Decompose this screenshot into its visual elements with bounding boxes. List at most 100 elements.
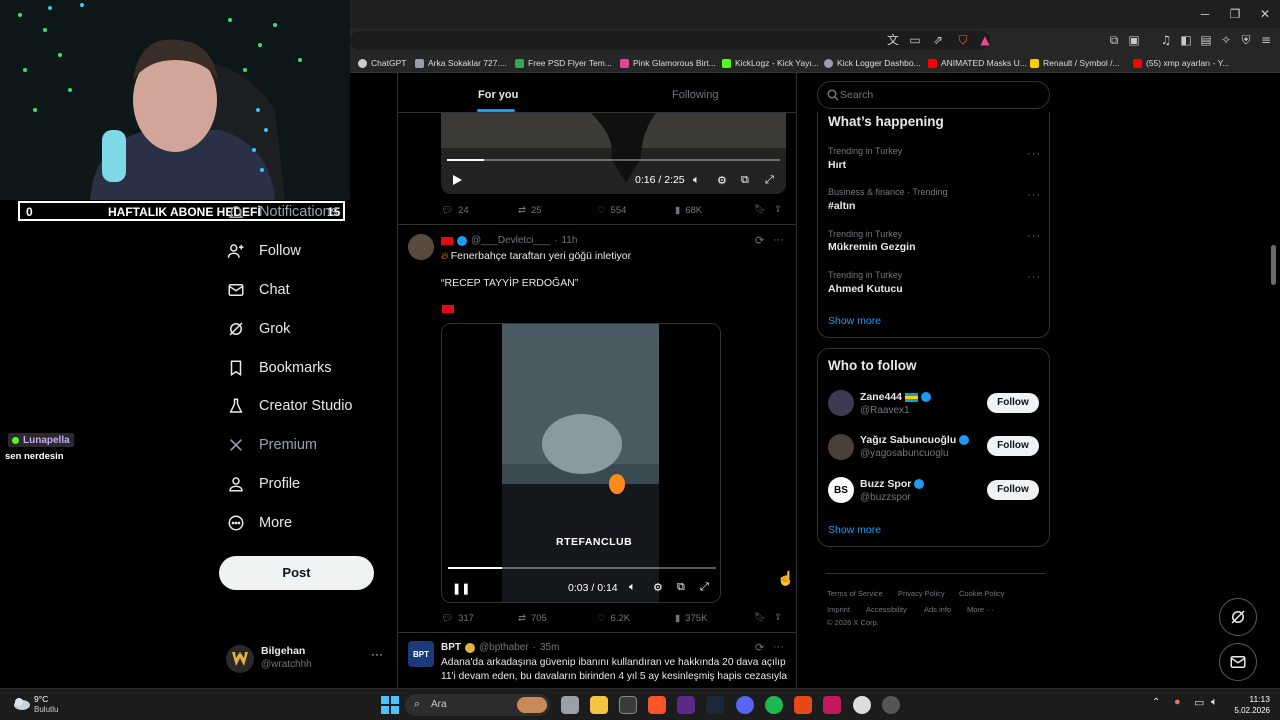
views-button[interactable]: ▮ 375K — [675, 613, 707, 624]
nav-grok[interactable]: Grok — [226, 315, 290, 343]
avatar[interactable]: BS — [828, 477, 854, 503]
nav-bookmarks[interactable]: Bookmarks — [226, 354, 332, 382]
microphone-icon[interactable]: ● — [1174, 696, 1181, 708]
tab-following[interactable]: Following — [672, 89, 718, 101]
show-more-follow-link[interactable]: Show more — [828, 524, 881, 536]
post-handle[interactable]: @bpthaber — [479, 642, 529, 653]
nav-follow[interactable]: Follow — [226, 237, 301, 265]
brave-browser-icon[interactable] — [648, 696, 666, 714]
fullscreen-icon[interactable]: ⤢ — [765, 174, 774, 187]
bookmark-renault[interactable]: Renault / Symbol /... — [1030, 56, 1120, 70]
post-handle[interactable]: @___Devletci___ — [471, 235, 550, 246]
cast-icon[interactable]: ▭ — [907, 32, 923, 48]
speaker-icon[interactable]: 🔈︎ — [1211, 696, 1218, 709]
brave-shields-icon[interactable]: ⛉ — [955, 32, 971, 48]
tab-for-you[interactable]: For you — [478, 89, 518, 101]
close-window-button[interactable]: ✕ — [1256, 5, 1274, 23]
video-player-1[interactable]: 0:16 / 2:25 🔈︎ ⚙ ⧉ ⤢ — [441, 113, 786, 194]
follow-button[interactable]: Follow — [987, 480, 1039, 500]
page-scrollbar[interactable] — [1271, 245, 1276, 285]
task-view-icon[interactable] — [561, 696, 579, 714]
discord-icon[interactable] — [736, 696, 754, 714]
share-icon[interactable]: ⇗ — [930, 32, 946, 48]
bookmark-kicklogz[interactable]: KickLogz - Kick Yayı... — [722, 56, 819, 70]
trend-item[interactable]: Hırt — [828, 159, 846, 171]
share-post-icon[interactable]: ⇪ — [774, 204, 782, 215]
account-switcher[interactable]: Bilgehan @wratchhh ··· — [226, 643, 386, 677]
restore-button[interactable]: ❐ — [1226, 5, 1244, 23]
brave-rewards-icon[interactable]: ▲ — [977, 32, 993, 48]
suggestion-name[interactable]: Zane444 — [860, 391, 932, 403]
vpn-icon[interactable]: ⛨ — [1238, 32, 1254, 48]
show-more-trends-link[interactable]: Show more — [828, 315, 881, 327]
extensions-icon[interactable]: ⧉ — [1106, 32, 1122, 48]
volume-icon[interactable]: 🔈︎ — [629, 581, 636, 594]
video-progress-track-2[interactable] — [448, 567, 716, 569]
reader-icon[interactable]: ▤ — [1198, 32, 1214, 48]
repost-button[interactable]: ⇄ 705 — [518, 613, 547, 624]
footer-imprint-link[interactable]: Imprint — [827, 605, 850, 614]
post-time[interactable]: 35m — [540, 642, 559, 653]
weather-icon[interactable] — [12, 693, 32, 713]
footer-cookie-link[interactable]: Cookie Policy — [959, 589, 1004, 598]
follow-button[interactable]: Follow — [987, 393, 1039, 413]
bookmark-kick-logger[interactable]: Kick Logger Dashbo... — [824, 56, 921, 70]
minimize-button[interactable]: ─ — [1196, 5, 1214, 23]
trend-more-icon[interactable]: ··· — [1027, 230, 1041, 242]
wallet-icon[interactable]: ▣ — [1126, 32, 1142, 48]
sidebar-icon[interactable]: ◧ — [1178, 32, 1194, 48]
ai-icon[interactable]: ✧ — [1218, 32, 1234, 48]
footer-ads-link[interactable]: Ads info — [924, 605, 951, 614]
bookmark-free-psd[interactable]: Free PSD Flyer Tem... — [515, 56, 612, 70]
bookmark-pink-glamorous[interactable]: Pink Glamorous Birt... — [620, 56, 716, 70]
post-more-icon[interactable]: ··· — [773, 234, 784, 246]
nav-chat[interactable]: Chat — [226, 276, 290, 304]
avatar[interactable]: BPT — [408, 641, 434, 667]
bookmark-chatgpt[interactable]: ChatGPT — [358, 56, 406, 70]
footer-accessibility-link[interactable]: Accessibility — [866, 605, 907, 614]
nav-notifications[interactable]: Notifications — [226, 198, 338, 226]
nav-profile[interactable]: Profile — [226, 470, 300, 498]
fullscreen-icon[interactable]: ⤢ — [700, 581, 709, 594]
store-icon[interactable] — [619, 696, 637, 714]
account-more-icon[interactable]: ··· — [371, 647, 383, 661]
repost-button[interactable]: ⇄ 25 — [518, 205, 542, 216]
video-player-2[interactable]: RTEFANCLUB ❚❚ 0:03 / 0:14 🔈︎ ⚙ ⧉ ⤢ — [441, 323, 721, 603]
pip-icon[interactable]: ⧉ — [677, 581, 685, 594]
bookmark-post-icon[interactable]: 🔖︎ — [754, 612, 766, 623]
translate-icon[interactable]: 文 — [885, 32, 901, 48]
post-button[interactable]: Post — [219, 556, 374, 590]
reply-button[interactable]: 💬︎ 24 — [441, 205, 469, 216]
reply-button[interactable]: 💬︎ 317 — [441, 613, 474, 624]
nav-premium[interactable]: Premium — [226, 431, 317, 459]
app-icon[interactable] — [823, 696, 841, 714]
settings-gear-icon[interactable]: ⚙ — [717, 174, 727, 187]
post-time[interactable]: 11h — [561, 235, 577, 246]
share-post-icon[interactable]: ⇪ — [774, 612, 782, 623]
clock-time[interactable]: 11:13 — [1234, 694, 1270, 704]
pause-icon[interactable]: ❚❚ — [452, 582, 470, 595]
bookmark-xmp[interactable]: (55) xmp ayarları - Y... — [1133, 56, 1229, 70]
next-app-icon[interactable] — [677, 696, 695, 714]
file-explorer-icon[interactable] — [590, 696, 608, 714]
play-icon[interactable] — [451, 174, 463, 186]
bookmark-post-icon[interactable]: 🔖︎ — [754, 204, 766, 215]
nav-more[interactable]: More — [226, 509, 292, 537]
footer-more-link[interactable]: More ··· — [967, 605, 994, 614]
trend-item[interactable]: Mükremin Gezgin — [828, 241, 916, 253]
menu-icon[interactable]: ≡ — [1258, 32, 1274, 48]
app-icon[interactable] — [882, 696, 900, 714]
post-author[interactable]: BPT — [441, 642, 461, 653]
nav-creator-studio[interactable]: Creator Studio — [226, 392, 353, 420]
views-button[interactable]: ▮ 68K — [675, 205, 702, 216]
bookmark-arka-sokaklar[interactable]: Arka Sokaklar 727.... — [415, 56, 507, 70]
video-progress-track-1[interactable] — [447, 159, 780, 161]
grok-explain-icon[interactable]: ⟳ — [755, 641, 764, 654]
pip-icon[interactable]: ⧉ — [741, 174, 749, 187]
taskbar-search[interactable]: ⌕ Ara — [405, 694, 550, 716]
suggestion-name[interactable]: Buzz Spor — [860, 478, 925, 490]
settings-gear-icon[interactable]: ⚙ — [653, 581, 663, 594]
spotify-icon[interactable] — [765, 696, 783, 714]
avatar[interactable] — [408, 234, 434, 260]
avatar[interactable] — [828, 434, 854, 460]
